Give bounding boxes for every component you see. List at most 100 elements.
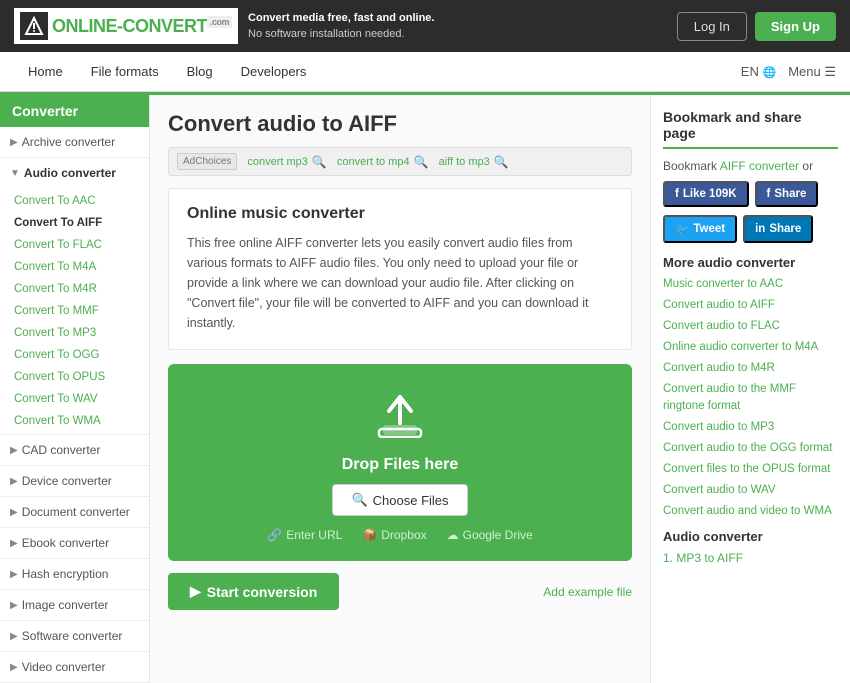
sidebar-section-software: ▶ Software converter [0, 621, 149, 652]
social-row-1: f Like 109K f Share [663, 181, 838, 207]
ad-choices-tag[interactable]: AdChoices [177, 153, 237, 170]
choose-files-button[interactable]: 🔍 Choose Files [332, 484, 467, 516]
linkedin-share-button[interactable]: in Share [743, 215, 813, 243]
sidebar-item-mp3[interactable]: Convert To MP3 [0, 322, 149, 344]
globe-icon: 🌐 [762, 67, 776, 79]
nav-blog[interactable]: Blog [173, 52, 227, 91]
drop-zone[interactable]: Drop Files here 🔍 Choose Files 🔗 Enter U… [168, 364, 632, 561]
nav-right: EN 🌐 Menu ☰ [741, 64, 836, 80]
sidebar-image-header[interactable]: ▶ Image converter [0, 590, 149, 620]
rs-link-10[interactable]: Convert audio and video to WMA [663, 503, 838, 519]
rs-link-6[interactable]: Convert audio to MP3 [663, 419, 838, 435]
link-icon: 🔗 [267, 528, 282, 542]
sidebar-item-wma[interactable]: Convert To WMA [0, 410, 149, 432]
sidebar-item-mmf[interactable]: Convert To MMF [0, 300, 149, 322]
rs-link-4[interactable]: Convert audio to M4R [663, 360, 838, 376]
sidebar-ebook-header[interactable]: ▶ Ebook converter [0, 528, 149, 558]
nav-home[interactable]: Home [14, 52, 77, 91]
enter-url-link[interactable]: 🔗 Enter URL [267, 528, 342, 542]
sidebar-section-ebook: ▶ Ebook converter [0, 528, 149, 559]
sidebar-section-audio: ▼ Audio converter Convert To AAC Convert… [0, 158, 149, 435]
sidebar-item-m4a[interactable]: Convert To M4A [0, 256, 149, 278]
drop-links: 🔗 Enter URL 📦 Dropbox ☁ Google Drive [187, 528, 613, 542]
sidebar-device-header[interactable]: ▶ Device converter [0, 466, 149, 496]
right-sidebar: Bookmark and share page Bookmark AIFF co… [650, 95, 850, 683]
gdrive-icon: ☁ [447, 528, 459, 542]
gdrive-link[interactable]: ☁ Google Drive [447, 528, 533, 542]
sidebar-item-opus[interactable]: Convert To OPUS [0, 366, 149, 388]
sidebar-item-m4r[interactable]: Convert To M4R [0, 278, 149, 300]
audio-item-0[interactable]: 1. MP3 to AIFF [663, 551, 743, 565]
rs-link-8[interactable]: Convert files to the OPUS format [663, 461, 838, 477]
nav: Home File formats Blog Developers EN 🌐 M… [0, 52, 850, 92]
choose-search-icon: 🔍 [351, 492, 367, 508]
sidebar-section-document: ▶ Document converter [0, 497, 149, 528]
sidebar-document-header[interactable]: ▶ Document converter [0, 497, 149, 527]
sidebar-video-header[interactable]: ▶ Video converter [0, 652, 149, 682]
audio-converter-title: Audio converter [663, 529, 838, 544]
bookmark-link[interactable]: AIFF converter [720, 159, 799, 173]
rs-link-1[interactable]: Convert audio to AIFF [663, 297, 838, 313]
logo-box: ONLINE-CONVERT.com [14, 8, 238, 44]
nav-developers[interactable]: Developers [227, 52, 321, 91]
ad-item-0: convert mp3 🔍 [247, 155, 326, 169]
sidebar-hash-header[interactable]: ▶ Hash encryption [0, 559, 149, 589]
ad-search-icon-0: 🔍 [312, 155, 327, 169]
ad-link-0[interactable]: convert mp3 [247, 156, 308, 168]
facebook-like-button[interactable]: f Like 109K [663, 181, 749, 207]
start-conversion-button[interactable]: ▶ Start conversion [168, 573, 339, 610]
sidebar-cad-header[interactable]: ▶ CAD converter [0, 435, 149, 465]
start-icon: ▶ [190, 583, 201, 600]
sidebar-audio-header[interactable]: ▼ Audio converter [0, 158, 149, 188]
sidebar-item-ogg[interactable]: Convert To OGG [0, 344, 149, 366]
ad-link-2[interactable]: aiff to mp3 [439, 156, 490, 168]
ad-item-2: aiff to mp3 🔍 [439, 155, 509, 169]
rs-link-3[interactable]: Online audio converter to M4A [663, 339, 838, 355]
rs-link-9[interactable]: Convert audio to WAV [663, 482, 838, 498]
sidebar-section-hash: ▶ Hash encryption [0, 559, 149, 590]
sidebar-section-image: ▶ Image converter [0, 590, 149, 621]
right-sidebar-title: Bookmark and share page [663, 109, 838, 149]
sidebar-section-archive: ▶ Archive converter [0, 127, 149, 158]
sidebar-item-flac[interactable]: Convert To FLAC [0, 234, 149, 256]
menu-button[interactable]: Menu ☰ [788, 64, 836, 80]
bookmark-text: Bookmark AIFF converter or [663, 159, 838, 173]
nav-left: Home File formats Blog Developers [14, 52, 320, 91]
sidebar-archive-header[interactable]: ▶ Archive converter [0, 127, 149, 157]
fb-icon: f [675, 188, 679, 200]
sidebar: Converter ▶ Archive converter ▼ Audio co… [0, 95, 150, 683]
signup-button[interactable]: Sign Up [755, 12, 836, 41]
sidebar-item-wav[interactable]: Convert To WAV [0, 388, 149, 410]
sidebar-section-device: ▶ Device converter [0, 466, 149, 497]
main-content: Convert audio to AIFF AdChoices convert … [150, 95, 650, 683]
logo-text: ONLINE-CONVERT.com [52, 16, 232, 37]
ad-bar: AdChoices convert mp3 🔍 convert to mp4 🔍… [168, 147, 632, 176]
rs-link-7[interactable]: Convert audio to the OGG format [663, 440, 838, 456]
sidebar-item-aac[interactable]: Convert To AAC [0, 190, 149, 212]
drop-text: Drop Files here [187, 456, 613, 474]
login-button[interactable]: Log In [677, 12, 747, 41]
rs-link-0[interactable]: Music converter to AAC [663, 276, 838, 292]
language-selector[interactable]: EN 🌐 [741, 64, 776, 79]
facebook-share-button[interactable]: f Share [755, 181, 819, 207]
page-title: Convert audio to AIFF [168, 111, 632, 137]
nav-file-formats[interactable]: File formats [77, 52, 173, 91]
converter-box: Online music converter This free online … [168, 188, 632, 350]
sidebar-audio-sub: Convert To AAC Convert To AIFF Convert T… [0, 188, 149, 434]
sidebar-software-header[interactable]: ▶ Software converter [0, 621, 149, 651]
header-tagline: Convert media free, fast and online. No … [248, 10, 434, 43]
more-audio-title: More audio converter [663, 255, 838, 270]
twitter-tweet-button[interactable]: 🐦 Tweet [663, 215, 737, 243]
dropbox-link[interactable]: 📦 Dropbox [362, 528, 426, 542]
rs-link-5[interactable]: Convert audio to the MMF ringtone format [663, 381, 838, 413]
converter-subtitle: Online music converter [187, 205, 613, 223]
ad-search-icon-1: 🔍 [414, 155, 429, 169]
add-example-link[interactable]: Add example file [543, 585, 632, 599]
sidebar-item-aiff[interactable]: Convert To AIFF [0, 212, 149, 234]
ad-link-1[interactable]: convert to mp4 [337, 156, 410, 168]
sidebar-section-cad: ▶ CAD converter [0, 435, 149, 466]
rs-link-2[interactable]: Convert audio to FLAC [663, 318, 838, 334]
audio-converter-section: Audio converter 1. MP3 to AIFF [663, 529, 838, 565]
logo-area: ONLINE-CONVERT.com Convert media free, f… [14, 8, 434, 44]
sidebar-section-video: ▶ Video converter [0, 652, 149, 683]
